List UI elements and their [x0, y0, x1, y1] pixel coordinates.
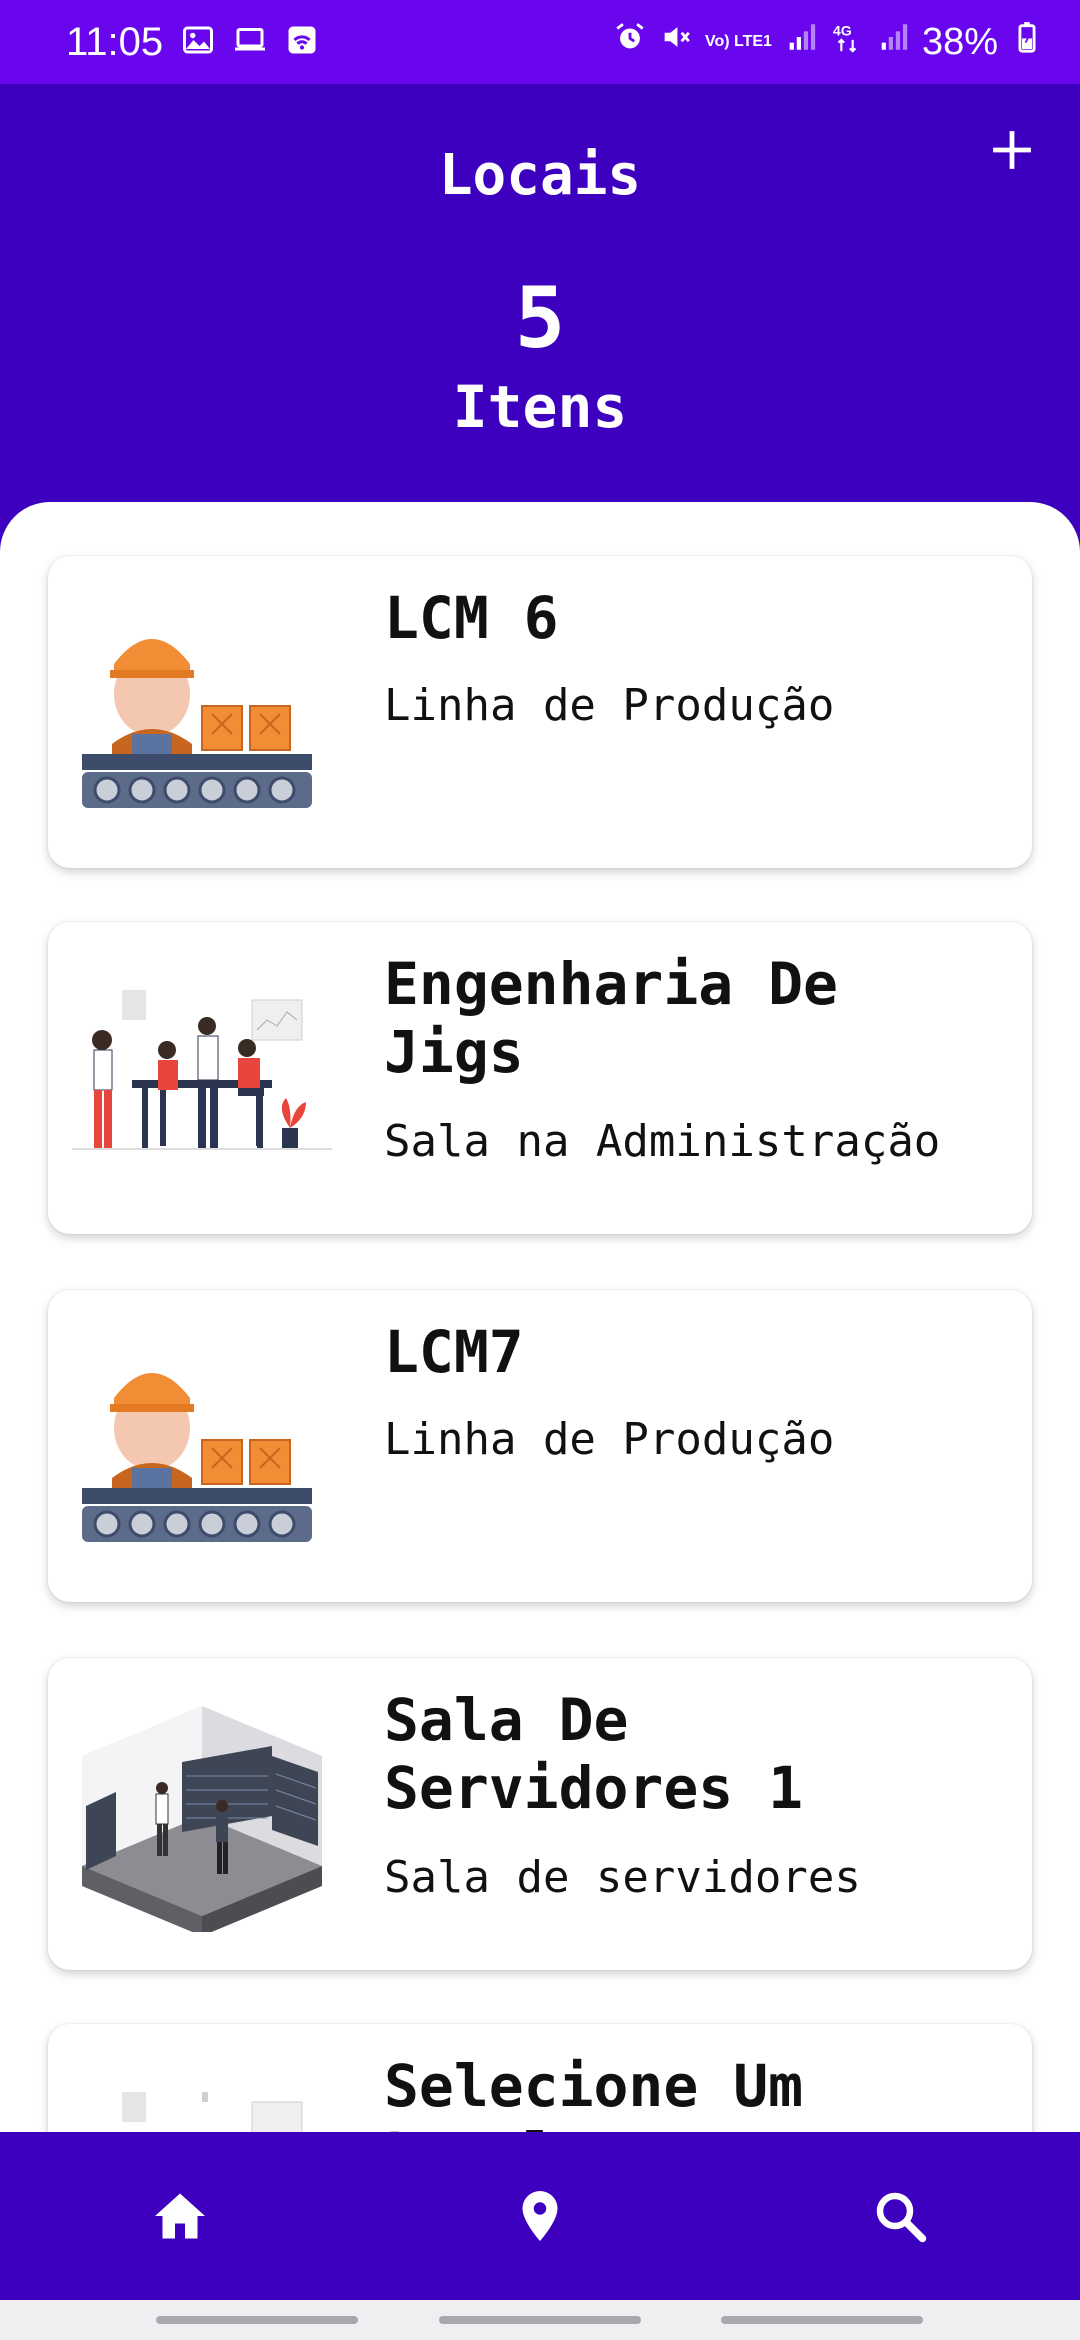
location-card[interactable]: Engenharia De Jigs Sala na Administração: [48, 922, 1032, 1234]
production-line-illustration: [72, 1328, 332, 1564]
location-card[interactable]: LCM7 Linha de Produção: [48, 1290, 1032, 1602]
4g-icon: 4G: [830, 18, 864, 66]
system-back-handle[interactable]: [721, 2316, 923, 2324]
svg-text:4G: 4G: [833, 24, 852, 40]
card-subtitle: Sala de servidores: [384, 1852, 861, 1903]
production-line-illustration: [72, 594, 332, 830]
network-label: Vo) LTE1: [704, 33, 772, 50]
mute-icon: [659, 18, 693, 66]
page-title: Locais: [438, 143, 642, 208]
alarm-icon: [613, 18, 647, 66]
server-room-illustration: [72, 1696, 332, 1936]
signal-icon: [784, 18, 818, 66]
image-icon: [180, 22, 216, 63]
system-navigation-bar: [0, 2300, 1080, 2340]
add-location-button[interactable]: [984, 122, 1040, 178]
nav-home-button[interactable]: [0, 2132, 360, 2300]
plus-icon: [993, 131, 1031, 169]
nav-locations-button[interactable]: [360, 2132, 720, 2300]
status-bar: 11:05 Vo) LTE1 4G 38%: [0, 0, 1080, 84]
card-subtitle: Linha de Produção: [384, 1414, 835, 1465]
card-subtitle: Linha de Produção: [384, 680, 835, 731]
status-time: 11:05: [66, 20, 164, 64]
battery-percent: 38%: [921, 21, 998, 63]
office-meeting-illustration: [72, 960, 332, 1196]
location-card[interactable]: LCM 6 Linha de Produção: [48, 556, 1032, 868]
status-left-icons: [180, 22, 320, 63]
header: Locais 5 Itens: [0, 84, 1080, 504]
card-title: LCM7: [384, 1318, 524, 1386]
card-title: Engenharia De Jigs: [384, 950, 838, 1086]
card-title: Selecione Um Local: [384, 2052, 804, 2132]
location-card[interactable]: Selecione Um Local: [48, 2024, 1032, 2132]
card-subtitle: Sala na Administração: [384, 1116, 941, 1167]
wifi-calling-icon: [284, 22, 320, 63]
nav-search-button[interactable]: [720, 2132, 1080, 2300]
system-home-handle[interactable]: [439, 2316, 641, 2324]
laptop-icon: [232, 22, 268, 63]
locations-list[interactable]: LCM 6 Linha de Produção Engenharia De Ji…: [0, 502, 1080, 2132]
office-meeting-illustration: [72, 2062, 332, 2132]
system-recents-handle[interactable]: [156, 2316, 358, 2324]
card-title: Sala De Servidores 1: [384, 1686, 804, 1822]
home-icon: [155, 2193, 205, 2239]
status-right-icons: Vo) LTE1 4G 38%: [613, 18, 1044, 66]
item-count-label: Itens: [452, 373, 628, 441]
battery-icon: [1010, 18, 1044, 66]
search-icon: [876, 2192, 927, 2243]
bottom-navigation: [0, 2132, 1080, 2300]
location-card[interactable]: Sala De Servidores 1 Sala de servidores: [48, 1658, 1032, 1970]
card-title: LCM 6: [384, 584, 559, 652]
signal-icon-2: [876, 18, 910, 66]
item-count: 5: [514, 269, 566, 367]
location-pin-icon: [522, 2191, 558, 2241]
